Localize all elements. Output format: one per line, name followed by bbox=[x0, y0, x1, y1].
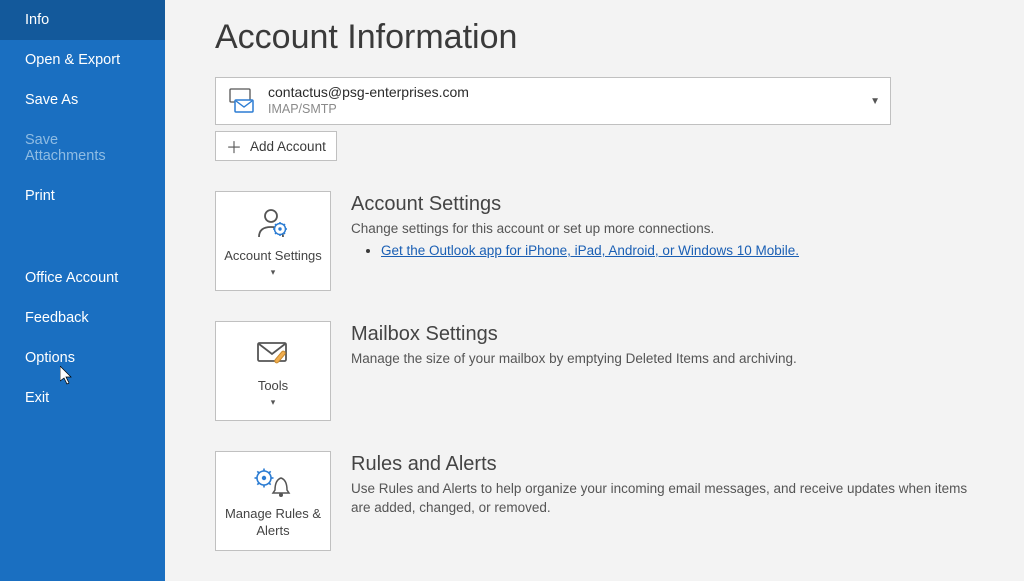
account-email: contactus@psg-enterprises.com bbox=[268, 84, 870, 102]
sidebar-item-office-account[interactable]: Office Account bbox=[0, 258, 165, 298]
plus-icon: ＋ bbox=[226, 134, 242, 158]
backstage-sidebar: Info Open & Export Save As Save Attachme… bbox=[0, 0, 165, 581]
sidebar-item-info[interactable]: Info bbox=[0, 0, 165, 40]
sidebar-item-feedback[interactable]: Feedback bbox=[0, 298, 165, 338]
chevron-down-icon: ▼ bbox=[870, 96, 880, 107]
envelope-tool-icon bbox=[253, 334, 293, 374]
account-icon bbox=[226, 86, 256, 116]
sidebar-item-options[interactable]: Options bbox=[0, 338, 165, 378]
sidebar-item-print[interactable]: Print bbox=[0, 176, 165, 216]
section-title: Mailbox Settings bbox=[351, 323, 984, 346]
section-title: Account Settings bbox=[351, 193, 984, 216]
tools-button[interactable]: Tools ▾ bbox=[215, 321, 331, 421]
page-title: Account Information bbox=[215, 18, 984, 57]
section-rules-alerts: Manage Rules & Alerts Rules and Alerts U… bbox=[215, 451, 984, 551]
section-desc: Use Rules and Alerts to help organize yo… bbox=[351, 480, 984, 518]
sidebar-item-open-export[interactable]: Open & Export bbox=[0, 40, 165, 80]
manage-rules-alerts-button[interactable]: Manage Rules & Alerts bbox=[215, 451, 331, 551]
chevron-down-icon: ▾ bbox=[271, 267, 276, 279]
section-mailbox-settings: Tools ▾ Mailbox Settings Manage the size… bbox=[215, 321, 984, 421]
sidebar-item-save-as[interactable]: Save As bbox=[0, 80, 165, 120]
sidebar-item-exit[interactable]: Exit bbox=[0, 378, 165, 418]
add-account-button[interactable]: ＋ Add Account bbox=[215, 131, 337, 161]
get-outlook-app-link[interactable]: Get the Outlook app for iPhone, iPad, An… bbox=[381, 243, 799, 258]
content-area: Account Information contactus@psg-enterp… bbox=[165, 0, 1024, 581]
section-account-settings: Account Settings ▾ Account Settings Chan… bbox=[215, 191, 984, 291]
chevron-down-icon: ▾ bbox=[271, 397, 276, 409]
gear-bell-icon bbox=[252, 462, 294, 502]
account-selector[interactable]: contactus@psg-enterprises.com IMAP/SMTP … bbox=[215, 77, 891, 125]
section-title: Rules and Alerts bbox=[351, 453, 984, 476]
person-gear-icon bbox=[253, 204, 293, 244]
account-settings-button[interactable]: Account Settings ▾ bbox=[215, 191, 331, 291]
sidebar-item-save-attachments: Save Attachments bbox=[0, 120, 165, 176]
section-desc: Change settings for this account or set … bbox=[351, 220, 984, 239]
account-protocol: IMAP/SMTP bbox=[268, 102, 870, 118]
section-desc: Manage the size of your mailbox by empty… bbox=[351, 350, 984, 369]
